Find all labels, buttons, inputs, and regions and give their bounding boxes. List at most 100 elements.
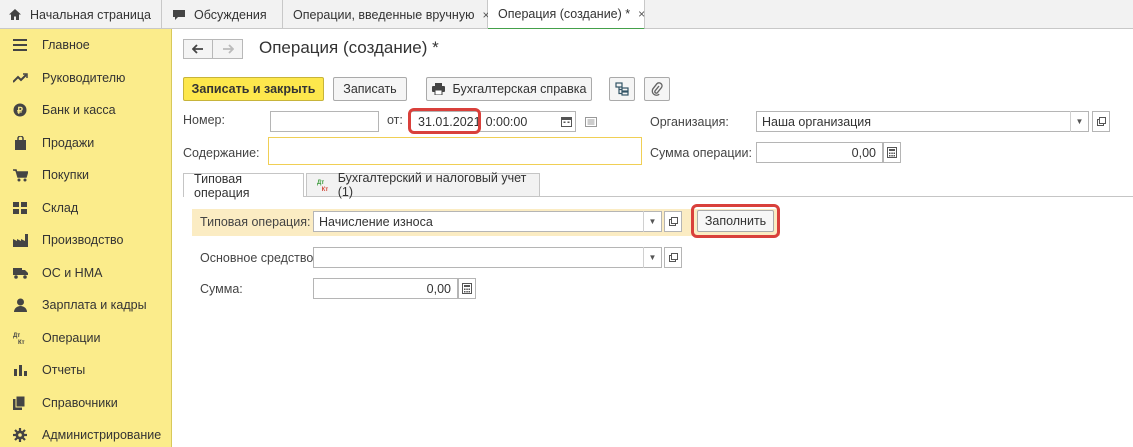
tab-accounting-label: Бухгалтерский и налоговый учет (1) xyxy=(337,171,527,199)
calculator-icon xyxy=(887,147,897,158)
organization-dropdown[interactable]: ▼ xyxy=(1070,111,1088,132)
typical-operation-field[interactable]: Начисление износа xyxy=(313,211,662,232)
calculator-icon xyxy=(462,283,472,294)
svg-text:Дт: Дт xyxy=(13,333,20,339)
sidebar-item-warehouse[interactable]: Склад xyxy=(0,192,171,225)
close-icon[interactable]: × xyxy=(638,7,645,21)
sum-calculator-button[interactable] xyxy=(458,278,476,299)
svg-text:Кт: Кт xyxy=(18,340,25,345)
sidebar-item-label: Отчеты xyxy=(42,363,86,378)
sidebar: Главное Руководителю ₽ Банк и касса Прод… xyxy=(0,29,172,447)
content-field[interactable] xyxy=(268,137,642,165)
accounting-reference-label: Бухгалтерская справка xyxy=(452,82,587,96)
sidebar-item-label: Руководителю xyxy=(42,70,126,85)
content-label: Содержание: xyxy=(183,146,260,160)
calendar-icon xyxy=(560,117,572,127)
typical-operation-open-button[interactable] xyxy=(664,211,682,232)
sidebar-item-label: Склад xyxy=(42,200,79,215)
dt-kt-icon: ДтКт xyxy=(12,330,28,346)
factory-icon xyxy=(12,232,28,248)
open-icon xyxy=(668,217,678,226)
document-icon[interactable] xyxy=(585,116,597,130)
tab-home[interactable]: Начальная страница xyxy=(0,0,162,29)
typical-operation-label: Типовая операция: xyxy=(200,215,311,229)
date-from-label: от: xyxy=(387,113,403,127)
calendar-button[interactable] xyxy=(557,111,575,132)
open-icon xyxy=(668,253,678,262)
date-highlight xyxy=(408,108,481,134)
chevron-down-icon: ▼ xyxy=(648,253,657,262)
forward-button[interactable] xyxy=(213,39,243,59)
trend-icon xyxy=(12,70,28,86)
bag-icon xyxy=(12,135,28,151)
sidebar-item-label: Банк и касса xyxy=(42,103,116,118)
svg-text:Дт: Дт xyxy=(317,180,324,186)
svg-text:Кт: Кт xyxy=(322,187,329,192)
time-value: 0:00:00 xyxy=(485,114,528,129)
structure-icon xyxy=(615,82,629,96)
number-field[interactable] xyxy=(270,111,379,132)
save-button[interactable]: Записать xyxy=(333,77,407,101)
typical-operation-dropdown[interactable]: ▼ xyxy=(643,211,661,232)
chevron-down-icon: ▼ xyxy=(648,217,657,226)
tab-home-label: Начальная страница xyxy=(30,7,151,22)
form-area: Операция (создание) * Записать и закрыть… xyxy=(172,29,1133,447)
chevron-down-icon: ▼ xyxy=(1075,117,1084,126)
sidebar-item-reports[interactable]: Отчеты xyxy=(0,354,171,387)
chat-icon xyxy=(172,8,186,21)
sidebar-item-purchases[interactable]: Покупки xyxy=(0,159,171,192)
tab-typical-operation[interactable]: Типовая операция xyxy=(183,172,304,200)
sum-label: Сумма: xyxy=(200,282,243,296)
page-title: Операция (создание) * xyxy=(259,38,439,57)
tab-discussions[interactable]: Обсуждения xyxy=(162,0,283,29)
sidebar-item-sales[interactable]: Продажи xyxy=(0,127,171,160)
operation-sum-field[interactable]: 0,00 xyxy=(756,142,883,163)
home-icon xyxy=(8,8,22,21)
sidebar-item-admin[interactable]: Администрирование xyxy=(0,419,171,447)
tab-operation-create[interactable]: Операция (создание) * × xyxy=(488,0,645,30)
coin-icon: ₽ xyxy=(12,102,28,118)
sidebar-item-operations[interactable]: Дт Кт Операции xyxy=(0,322,171,355)
truck-icon xyxy=(12,265,28,281)
save-and-close-button[interactable]: Записать и закрыть xyxy=(183,77,324,101)
sidebar-item-bank[interactable]: ₽ Банк и касса xyxy=(0,94,171,127)
sidebar-item-main[interactable]: Главное xyxy=(0,29,171,62)
fixed-asset-field[interactable] xyxy=(313,247,662,268)
dt-kt-icon: ДтКт xyxy=(317,180,329,192)
paperclip-icon xyxy=(651,82,663,96)
sidebar-item-label: Главное xyxy=(42,38,90,53)
operation-sum-label: Сумма операции: xyxy=(650,146,752,160)
tab-manual-operations-label: Операции, введенные вручную xyxy=(293,7,475,22)
sidebar-item-label: Производство xyxy=(42,233,124,248)
history-nav xyxy=(183,39,243,59)
sidebar-item-manager[interactable]: Руководителю xyxy=(0,62,171,95)
sidebar-item-label: ОС и НМА xyxy=(42,265,103,280)
sidebar-item-salary[interactable]: Зарплата и кадры xyxy=(0,289,171,322)
books-icon xyxy=(12,395,28,411)
sidebar-item-production[interactable]: Производство xyxy=(0,224,171,257)
organization-field[interactable]: Наша организация xyxy=(756,111,1089,132)
sidebar-item-label: Справочники xyxy=(42,395,118,410)
number-label: Номер: xyxy=(183,113,225,127)
fixed-asset-dropdown[interactable]: ▼ xyxy=(643,247,661,268)
tab-discussions-label: Обсуждения xyxy=(194,7,267,22)
tab-manual-operations[interactable]: Операции, введенные вручную × xyxy=(283,0,489,29)
sum-field[interactable]: 0,00 xyxy=(313,278,458,299)
arrow-left-icon xyxy=(192,44,203,54)
fixed-asset-open-button[interactable] xyxy=(664,247,682,268)
accounting-reference-button[interactable]: Бухгалтерская справка xyxy=(426,77,592,101)
organization-open-button[interactable] xyxy=(1092,111,1110,132)
tab-accounting[interactable]: Дт Кт Бухгалтерский и налоговый учет (1) xyxy=(306,171,540,199)
organization-label: Организация: xyxy=(650,115,729,129)
window-tabbar: Начальная страница Обсуждения Операции, … xyxy=(0,0,1133,30)
sidebar-item-fixed-assets[interactable]: ОС и НМА xyxy=(0,257,171,290)
operation-sum-calculator-button[interactable] xyxy=(883,142,901,163)
structure-button[interactable] xyxy=(609,77,635,101)
back-button[interactable] xyxy=(183,39,213,59)
sidebar-item-directories[interactable]: Справочники xyxy=(0,387,171,420)
open-icon xyxy=(1096,117,1106,126)
warehouse-icon xyxy=(12,200,28,216)
person-icon xyxy=(12,297,28,313)
attach-button[interactable] xyxy=(644,77,670,101)
cart-icon xyxy=(12,167,28,183)
